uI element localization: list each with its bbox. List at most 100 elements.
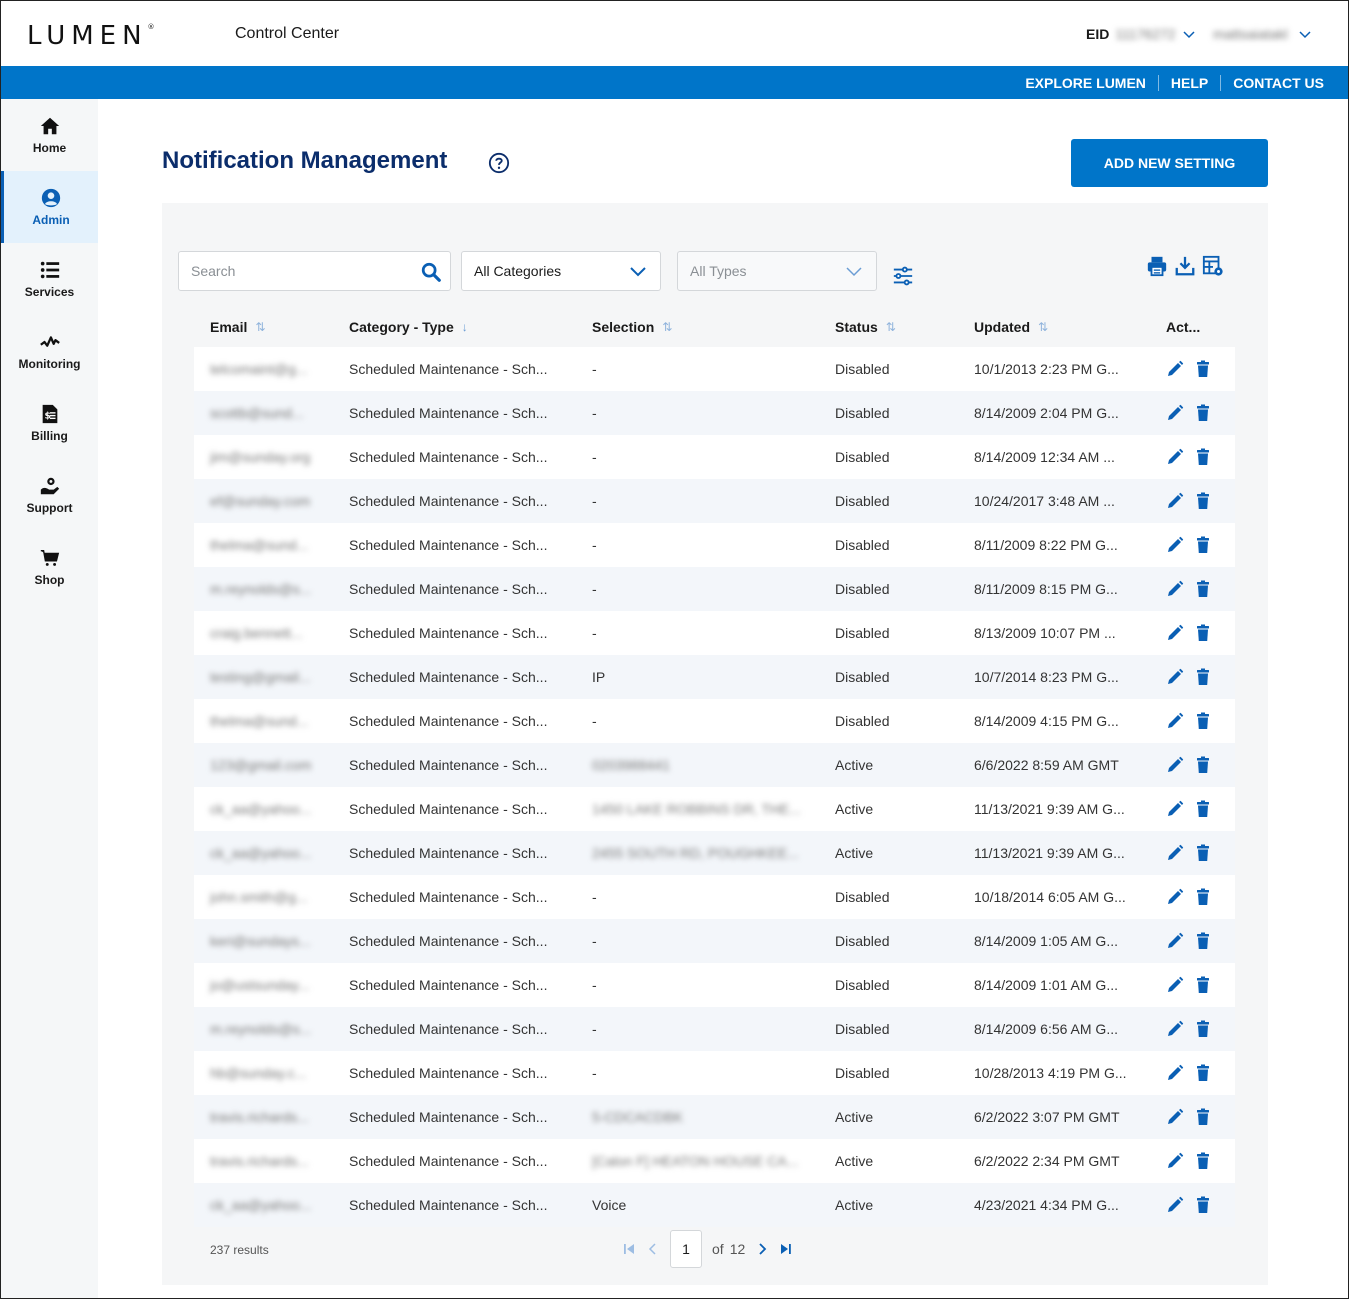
category-type-cell: Scheduled Maintenance - Sch... (349, 361, 548, 377)
delete-trash-icon[interactable] (1194, 624, 1212, 642)
edit-pencil-icon[interactable] (1166, 976, 1184, 994)
delete-trash-icon[interactable] (1194, 492, 1212, 510)
delete-trash-icon[interactable] (1194, 1020, 1212, 1038)
category-select[interactable]: All Categories (461, 251, 661, 291)
search-icon[interactable] (420, 261, 442, 283)
edit-pencil-icon[interactable] (1166, 1020, 1184, 1038)
edit-pencil-icon[interactable] (1166, 536, 1184, 554)
edit-pencil-icon[interactable] (1166, 888, 1184, 906)
sidebar-item-support[interactable]: Support (1, 459, 98, 531)
print-icon[interactable] (1146, 255, 1168, 277)
edit-pencil-icon[interactable] (1166, 932, 1184, 950)
delete-trash-icon[interactable] (1194, 800, 1212, 818)
edit-pencil-icon[interactable] (1166, 668, 1184, 686)
edit-pencil-icon[interactable] (1166, 448, 1184, 466)
sidebar-item-shop[interactable]: Shop (1, 531, 98, 603)
edit-pencil-icon[interactable] (1166, 580, 1184, 598)
selection-cell: - (592, 933, 597, 949)
edit-pencil-icon[interactable] (1166, 1108, 1184, 1126)
edit-pencil-icon[interactable] (1166, 492, 1184, 510)
edit-pencil-icon[interactable] (1166, 844, 1184, 862)
type-select[interactable]: All Types (677, 251, 877, 291)
edit-pencil-icon[interactable] (1166, 404, 1184, 422)
sort-icon[interactable]: ⇅ (255, 320, 265, 334)
delete-trash-icon[interactable] (1194, 1152, 1212, 1170)
utility-nav: EXPLORE LUMEN HELP CONTACT US (1, 66, 1348, 99)
first-page-icon[interactable] (622, 1242, 636, 1256)
page-number-input[interactable]: 1 (670, 1230, 702, 1268)
delete-trash-icon[interactable] (1194, 580, 1212, 598)
edit-pencil-icon[interactable] (1166, 360, 1184, 378)
category-type-cell: Scheduled Maintenance - Sch... (349, 1197, 548, 1213)
sidebar-item-services[interactable]: Services (1, 243, 98, 315)
delete-trash-icon[interactable] (1194, 1196, 1212, 1214)
delete-trash-icon[interactable] (1194, 888, 1212, 906)
delete-trash-icon[interactable] (1194, 404, 1212, 422)
delete-trash-icon[interactable] (1194, 1064, 1212, 1082)
delete-trash-icon[interactable] (1194, 448, 1212, 466)
app-title: Control Center (235, 25, 340, 42)
status-cell: Disabled (835, 933, 890, 949)
sort-icon[interactable]: ⇅ (1038, 320, 1048, 334)
table-row: ck_aa@yahoo... Scheduled Maintenance - Sc… (194, 1183, 1235, 1227)
delete-trash-icon[interactable] (1194, 360, 1212, 378)
email-cell: ck_aa@yahoo... (210, 845, 312, 861)
help-link[interactable]: HELP (1159, 74, 1222, 91)
delete-trash-icon[interactable] (1194, 1108, 1212, 1126)
edit-pencil-icon[interactable] (1166, 756, 1184, 774)
status-cell: Disabled (835, 449, 890, 465)
eid-selector[interactable]: EID 11176272 (1086, 26, 1196, 42)
updated-cell: 6/2/2022 2:34 PM GMT (974, 1153, 1120, 1169)
sidebar-item-admin[interactable]: Admin (1, 171, 98, 243)
column-header-selection[interactable]: Selection ⇅ (592, 319, 835, 335)
next-page-icon[interactable] (755, 1242, 769, 1256)
selection-cell: IP (592, 669, 606, 685)
edit-pencil-icon[interactable] (1166, 1196, 1184, 1214)
delete-trash-icon[interactable] (1194, 668, 1212, 686)
svg-text:$: $ (44, 411, 50, 422)
edit-pencil-icon[interactable] (1166, 800, 1184, 818)
filter-sliders-icon[interactable] (892, 265, 914, 287)
email-cell: telcomaint@g... (210, 361, 308, 377)
home-icon (40, 117, 59, 135)
category-type-cell: Scheduled Maintenance - Sch... (349, 1109, 548, 1125)
table-settings-icon[interactable] (1202, 255, 1224, 277)
edit-pencil-icon[interactable] (1166, 624, 1184, 642)
column-header-category-type[interactable]: Category - Type ↓ (349, 319, 592, 335)
email-cell: thelma@sund... (210, 537, 309, 553)
sort-icon[interactable]: ⇅ (662, 320, 672, 334)
previous-page-icon[interactable] (646, 1242, 660, 1256)
lumen-logo[interactable]: LUMEN® (27, 21, 155, 51)
edit-pencil-icon[interactable] (1166, 1064, 1184, 1082)
add-new-setting-button[interactable]: ADD NEW SETTING (1071, 139, 1268, 187)
explore-lumen-link[interactable]: EXPLORE LUMEN (1013, 74, 1159, 91)
sort-icon[interactable]: ⇅ (886, 320, 896, 334)
delete-trash-icon[interactable] (1194, 976, 1212, 994)
delete-trash-icon[interactable] (1194, 712, 1212, 730)
delete-trash-icon[interactable] (1194, 536, 1212, 554)
table-row: m.reynolds@s... Scheduled Maintenance - S… (194, 567, 1235, 611)
delete-trash-icon[interactable] (1194, 932, 1212, 950)
status-cell: Active (835, 845, 874, 861)
sort-descending-icon[interactable]: ↓ (462, 320, 468, 334)
column-header-status[interactable]: Status ⇅ (835, 319, 974, 335)
contact-us-link[interactable]: CONTACT US (1221, 75, 1326, 91)
edit-pencil-icon[interactable] (1166, 1152, 1184, 1170)
user-menu[interactable]: mattsaiatakl (1213, 26, 1312, 42)
column-header-email[interactable]: Email ⇅ (194, 319, 349, 335)
sidebar-item-home[interactable]: Home (1, 99, 98, 171)
delete-trash-icon[interactable] (1194, 756, 1212, 774)
help-icon[interactable] (488, 152, 510, 174)
sidebar-item-monitoring[interactable]: Monitoring (1, 315, 98, 387)
email-cell: m.reynolds@s... (210, 1021, 312, 1037)
download-icon[interactable] (1174, 255, 1196, 277)
search-input[interactable]: Search (178, 251, 451, 291)
chevron-down-icon (1183, 31, 1195, 39)
category-type-cell: Scheduled Maintenance - Sch... (349, 625, 548, 641)
delete-trash-icon[interactable] (1194, 844, 1212, 862)
edit-pencil-icon[interactable] (1166, 712, 1184, 730)
column-label: Status (835, 319, 878, 335)
sidebar-item-billing[interactable]: $ Billing (1, 387, 98, 459)
column-header-updated[interactable]: Updated ⇅ (974, 319, 1166, 335)
last-page-icon[interactable] (779, 1242, 793, 1256)
